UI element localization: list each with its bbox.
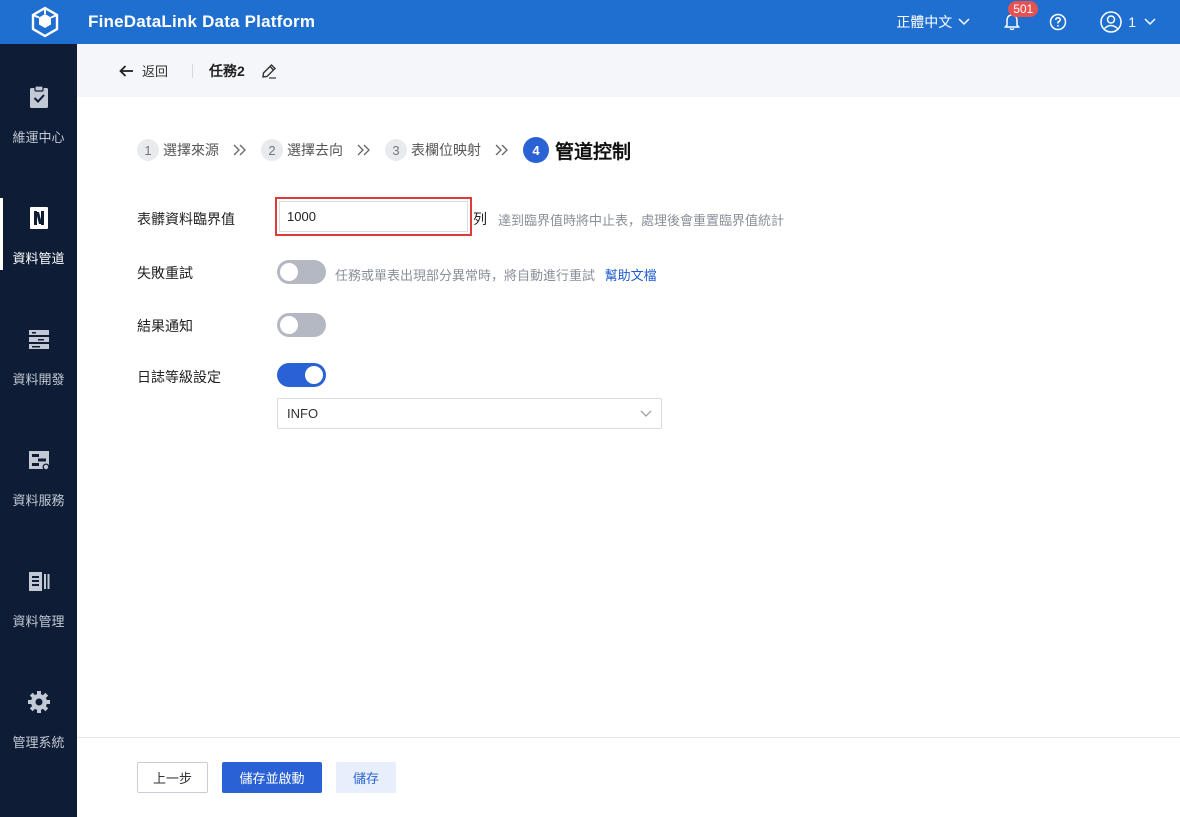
step-4[interactable]: 4 管道控制 <box>523 137 631 164</box>
step-indicator: 1 選擇來源 2 選擇去向 3 表欄位映射 4 管道控制 <box>137 137 631 163</box>
log-level-label: 日誌等級設定 <box>137 369 221 385</box>
retry-hint-text: 任務或單表出現部分異常時，將自動進行重試 <box>335 268 596 283</box>
sidebar-item-data-manage[interactable]: 資料管理 <box>0 569 77 669</box>
save-and-start-button[interactable]: 儲存並啟動 <box>222 762 322 793</box>
sidebar: 維運中心 資料管道 資料開發 資料服務 資料管理 管理系統 <box>0 44 77 817</box>
sidebar-item-label: 維運中心 <box>12 130 65 145</box>
sidebar-item-label: 資料服務 <box>12 493 65 508</box>
retry-label: 失敗重試 <box>137 265 193 281</box>
double-chevron-right-icon <box>495 144 509 156</box>
clipboard-check-icon <box>27 85 51 109</box>
threshold-unit: 列 <box>473 211 487 227</box>
log-level-select[interactable]: INFO <box>277 398 662 429</box>
step-2[interactable]: 2 選擇去向 <box>261 139 343 161</box>
edit-name-button[interactable] <box>261 63 277 79</box>
back-label: 返回 <box>142 64 169 79</box>
notify-label: 結果通知 <box>137 318 193 334</box>
page-header: 返回 任務2 <box>77 44 1180 97</box>
language-selector[interactable]: 正體中文 <box>896 12 970 32</box>
threshold-hint: 達到臨界值時將中止表，處理後會重置臨界值統計 <box>498 213 785 228</box>
step-number: 1 <box>137 139 159 161</box>
top-bar: FineDataLink Data Platform 正體中文 501 1 <box>0 0 1180 44</box>
step-label: 選擇去向 <box>287 142 343 158</box>
sidebar-item-label: 資料管理 <box>12 614 65 629</box>
help-button[interactable] <box>1046 10 1070 34</box>
pencil-icon <box>262 63 276 79</box>
double-chevron-right-icon <box>233 144 247 156</box>
chevron-down-icon <box>640 410 652 417</box>
chevron-down-icon <box>1144 18 1156 26</box>
step-number: 4 <box>523 137 549 163</box>
app-logo-icon[interactable] <box>29 6 61 38</box>
chevron-down-icon <box>958 18 970 26</box>
threshold-label: 表髒資料臨界值 <box>137 211 235 227</box>
step-label: 表欄位映射 <box>411 142 481 158</box>
app-title: FineDataLink Data Platform <box>88 12 316 31</box>
log-level-value: INFO <box>287 406 319 421</box>
step-number: 3 <box>385 139 407 161</box>
sidebar-item-label: 管理系統 <box>12 735 65 750</box>
step-number: 2 <box>261 139 283 161</box>
arrow-left-icon <box>119 64 133 77</box>
step-label: 選擇來源 <box>163 142 219 158</box>
help-doc-link[interactable]: 幫助文檔 <box>605 268 657 283</box>
back-button[interactable]: 返回 <box>119 61 168 80</box>
header-divider <box>192 63 194 78</box>
user-avatar-icon <box>1100 11 1122 33</box>
user-menu[interactable]: 1 <box>1100 11 1156 33</box>
task-name: 任務2 <box>209 62 245 79</box>
sidebar-item-data-pipeline[interactable]: 資料管道 <box>0 198 77 306</box>
language-label: 正體中文 <box>896 14 953 30</box>
user-name: 1 <box>1128 14 1136 30</box>
sidebar-item-system-admin[interactable]: 管理系統 <box>0 690 77 790</box>
double-chevron-right-icon <box>357 144 371 156</box>
step-label: 管道控制 <box>555 141 632 163</box>
notify-toggle[interactable] <box>277 313 326 337</box>
step-3[interactable]: 3 表欄位映射 <box>385 139 481 161</box>
sidebar-item-label: 資料開發 <box>12 372 65 387</box>
sidebar-item-data-service[interactable]: 資料服務 <box>0 448 77 548</box>
log-level-toggle[interactable] <box>277 363 326 387</box>
save-button[interactable]: 儲存 <box>336 762 396 793</box>
threshold-input[interactable] <box>279 201 468 232</box>
data-manage-icon <box>27 569 51 593</box>
sidebar-item-ops-center[interactable]: 維運中心 <box>0 85 77 185</box>
step-1[interactable]: 1 選擇來源 <box>137 139 219 161</box>
help-circle-icon <box>1049 13 1067 31</box>
dev-stack-icon <box>27 327 51 351</box>
toggle-knob <box>280 263 298 281</box>
sidebar-item-data-dev[interactable]: 資料開發 <box>0 327 77 427</box>
toggle-knob <box>305 366 323 384</box>
retry-hint: 任務或單表出現部分異常時，將自動進行重試 幫助文檔 <box>335 265 657 284</box>
pipeline-icon <box>27 206 51 230</box>
notification-badge: 501 <box>1008 1 1039 17</box>
gear-icon <box>27 690 51 714</box>
retry-toggle[interactable] <box>277 260 326 284</box>
service-icon <box>27 448 51 472</box>
previous-step-button[interactable]: 上一步 <box>137 762 208 793</box>
sidebar-item-label: 資料管道 <box>12 251 65 266</box>
toggle-knob <box>280 316 298 334</box>
notification-button[interactable]: 501 <box>1000 1 1039 34</box>
